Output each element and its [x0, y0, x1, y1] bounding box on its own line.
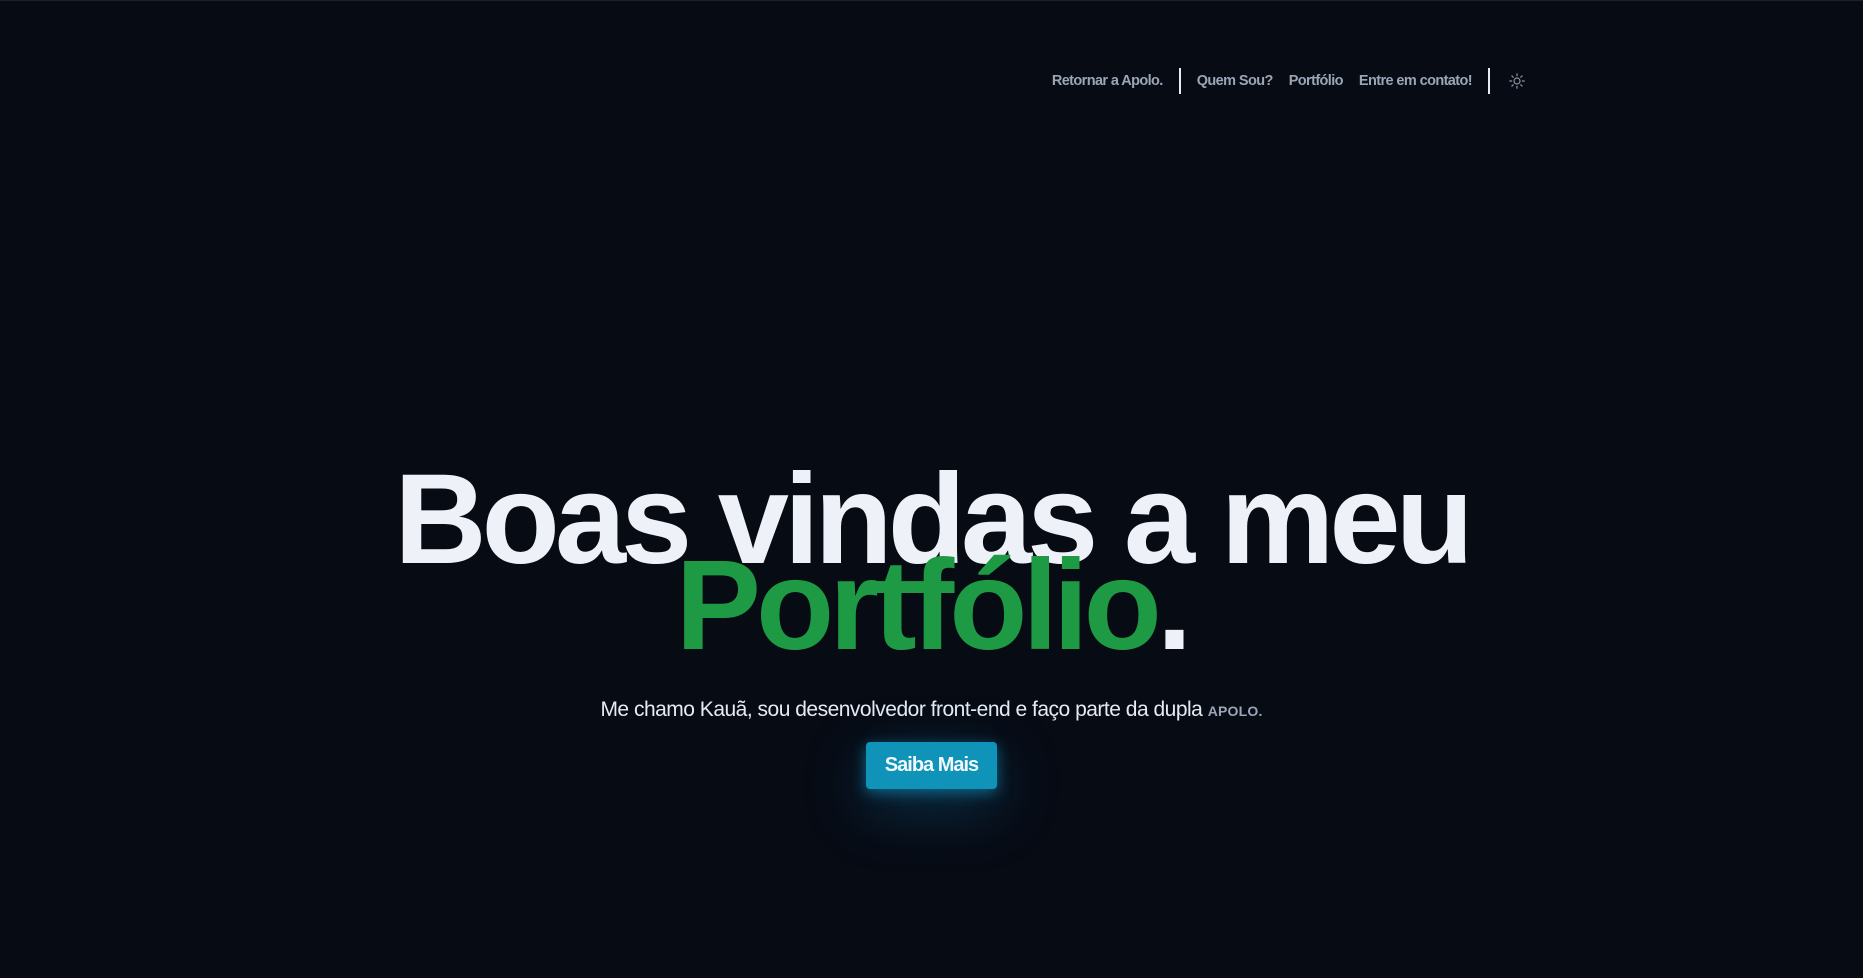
nav-divider: [1488, 68, 1490, 94]
portfolio-word: Portfólio: [675, 534, 1162, 677]
apolo-brand: APOLO.: [1207, 703, 1263, 719]
hero-headline-accent: Portfólio.: [0, 542, 1863, 670]
nav-divider: [1178, 68, 1181, 94]
subtitle-text: Me chamo Kauã, sou desenvolvedor front-e…: [600, 698, 1208, 721]
nav-link-quem-sou[interactable]: Quem Sou?: [1197, 73, 1274, 89]
page: Retornar a Apolo. Quem Sou? Portfólio En…: [0, 0, 1863, 978]
nav-link-portfolio[interactable]: Portfólio: [1289, 73, 1344, 89]
theme-toggle-button[interactable]: [1508, 72, 1526, 90]
nav-link-contato[interactable]: Entre em contato!: [1359, 73, 1473, 89]
headline-dot: .: [1156, 534, 1192, 677]
saiba-mais-button[interactable]: Saiba Mais: [865, 742, 998, 789]
top-nav: Retornar a Apolo. Quem Sou? Portfólio En…: [1052, 67, 1526, 95]
nav-links: Quem Sou? Portfólio Entre em contato!: [1197, 73, 1473, 89]
back-to-apolo-link[interactable]: Retornar a Apolo.: [1052, 73, 1164, 89]
hero-section: Boas vindas a meu Portfólio. Me chamo Ka…: [0, 456, 1863, 789]
hero-subtitle: Me chamo Kauã, sou desenvolvedor front-e…: [0, 698, 1863, 722]
sun-icon: [1509, 73, 1525, 89]
